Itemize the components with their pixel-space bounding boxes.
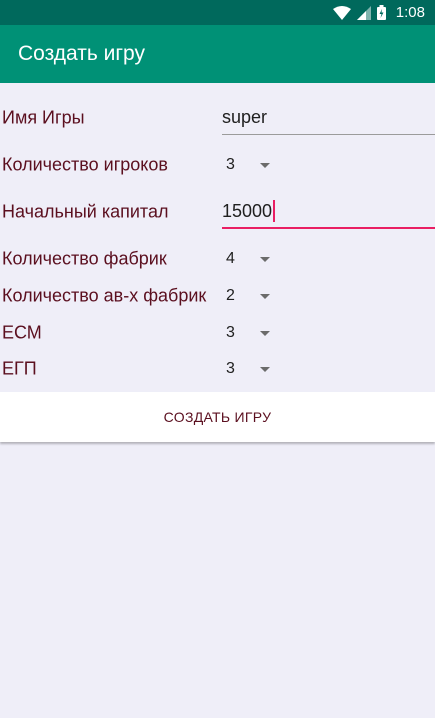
egp-value: 3 — [226, 360, 235, 377]
dropdown-arrow-icon — [260, 293, 270, 299]
auto-factories-row: Количество ав-х фабрик 2 — [0, 278, 435, 314]
status-time: 1:08 — [395, 4, 425, 21]
create-game-button[interactable]: СОЗДАТЬ ИГРУ — [0, 392, 435, 442]
ecm-label: ЕСМ — [2, 322, 42, 343]
egp-label: ЕГП — [2, 358, 37, 379]
game-name-row: Имя Игры super — [0, 100, 435, 136]
auto-factories-label: Количество ав-х фабрик — [2, 285, 207, 306]
page-title: Создать игру — [18, 42, 145, 65]
players-value: 3 — [226, 156, 235, 173]
factories-spinner[interactable]: 4 — [222, 245, 282, 273]
game-name-value: super — [222, 107, 268, 127]
dropdown-arrow-icon — [260, 162, 270, 168]
players-label: Количество игроков — [2, 154, 168, 175]
ecm-spinner[interactable]: 3 — [222, 319, 282, 347]
players-row: Количество игроков 3 — [0, 147, 435, 183]
capital-value: 15000 — [222, 200, 273, 221]
egp-spinner[interactable]: 3 — [222, 355, 282, 383]
auto-factories-value: 2 — [226, 287, 235, 304]
wifi-icon — [332, 5, 351, 20]
factories-value: 4 — [226, 250, 235, 267]
signal-icon — [356, 5, 371, 20]
app-bar: Создать игру — [0, 25, 435, 83]
factories-label: Количество фабрик — [2, 248, 167, 269]
auto-factories-spinner[interactable]: 2 — [222, 282, 282, 310]
dropdown-arrow-icon — [260, 330, 270, 336]
capital-label: Начальный капитал — [2, 201, 169, 222]
capital-row: Начальный капитал 15000 — [0, 194, 435, 230]
dropdown-arrow-icon — [260, 256, 270, 262]
ecm-value: 3 — [226, 324, 235, 341]
battery-icon — [376, 5, 386, 20]
egp-row: ЕГП 3 — [0, 351, 435, 387]
capital-input[interactable]: 15000 — [222, 195, 435, 229]
game-name-input[interactable]: super — [222, 101, 435, 135]
game-name-label: Имя Игры — [2, 107, 85, 128]
status-bar: 1:08 — [0, 0, 435, 25]
dropdown-arrow-icon — [260, 366, 270, 372]
factories-row: Количество фабрик 4 — [0, 241, 435, 277]
players-spinner[interactable]: 3 — [222, 151, 282, 179]
text-cursor — [273, 200, 276, 222]
ecm-row: ЕСМ 3 — [0, 315, 435, 351]
